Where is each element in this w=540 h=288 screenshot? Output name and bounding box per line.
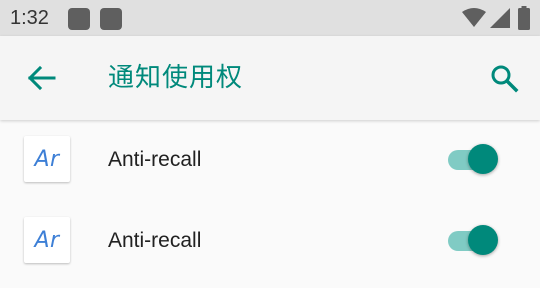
search-icon (491, 65, 519, 93)
status-time: 1:32 (10, 7, 49, 29)
notification-icon (100, 8, 122, 30)
back-button[interactable] (20, 56, 64, 100)
list-item[interactable]: Ar Anti-recall (0, 120, 540, 201)
app-icon: Ar (24, 217, 70, 263)
notification-icon (68, 8, 90, 30)
arrow-back-icon (27, 65, 56, 91)
app-list: Ar Anti-recall Ar Anti-recall (0, 120, 540, 282)
toggle-thumb (468, 144, 498, 174)
status-bar: 1:32 (0, 0, 540, 36)
screen: 1:32 通知使用权 Ar Anti-recall Ar Anti-recall (0, 0, 540, 288)
app-name: Anti-recall (108, 148, 202, 171)
wifi-icon (462, 8, 486, 27)
notification-access-toggle[interactable] (446, 142, 502, 176)
page-title: 通知使用权 (108, 63, 244, 93)
app-name: Anti-recall (108, 229, 202, 252)
cellular-icon (490, 8, 510, 28)
toggle-thumb (468, 225, 498, 255)
app-icon-label: Ar (34, 227, 60, 253)
search-button[interactable] (482, 56, 526, 100)
notification-access-toggle[interactable] (446, 223, 502, 257)
app-icon: Ar (24, 136, 70, 182)
battery-icon (518, 6, 530, 30)
list-item[interactable]: Ar Anti-recall (0, 201, 540, 282)
app-icon-label: Ar (34, 146, 60, 172)
app-bar: 通知使用权 (0, 36, 540, 120)
